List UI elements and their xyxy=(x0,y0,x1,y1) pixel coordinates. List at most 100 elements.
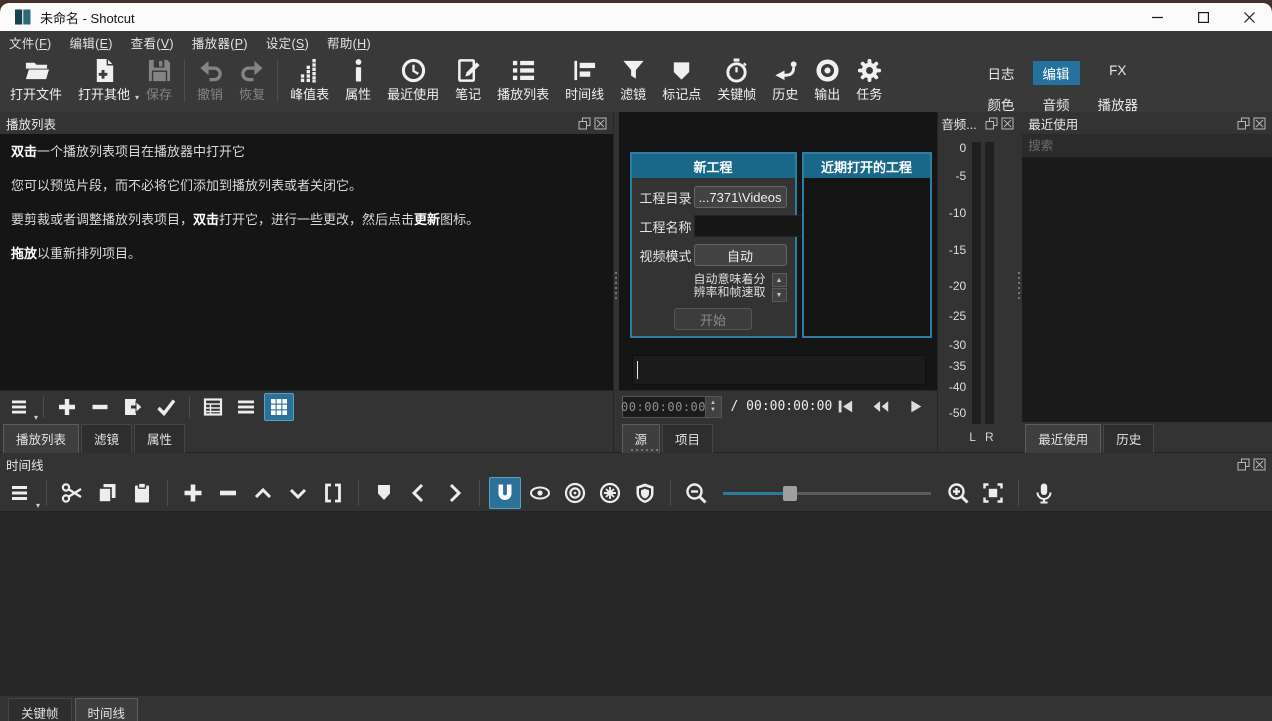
time-spinner[interactable]: ▲▼ xyxy=(706,396,722,418)
timeline-menu-button[interactable]: ▾ xyxy=(5,477,37,509)
snap-button[interactable] xyxy=(489,477,521,509)
tab-history[interactable]: 历史 xyxy=(1103,424,1154,453)
copy-button[interactable] xyxy=(91,477,123,509)
paste-button[interactable] xyxy=(126,477,158,509)
tab-properties[interactable]: 属性 xyxy=(134,424,185,453)
meter-bar-right xyxy=(985,142,994,424)
timeline-zoom-slider[interactable] xyxy=(723,486,931,501)
append-button[interactable] xyxy=(177,477,209,509)
recent-search-input[interactable] xyxy=(1022,134,1272,158)
ripple-delete-button[interactable] xyxy=(212,477,244,509)
float-panel-icon[interactable] xyxy=(578,117,591,130)
tab-filters[interactable]: 滤镜 xyxy=(81,424,132,453)
open-other-button[interactable]: 打开其他▾ xyxy=(70,57,138,104)
ripple-icon xyxy=(564,482,586,504)
jobs-button[interactable]: 任务 xyxy=(848,57,890,104)
menu-player[interactable]: 播放器(P) xyxy=(183,33,257,52)
playlist-button[interactable]: 播放列表 xyxy=(489,57,557,104)
layout-logging[interactable]: 日志 xyxy=(978,61,1025,85)
close-panel-icon[interactable] xyxy=(1253,117,1266,130)
scrub-while-dragging-button[interactable] xyxy=(524,477,556,509)
menu-edit[interactable]: 编辑(E) xyxy=(60,33,121,52)
float-panel-icon[interactable] xyxy=(1237,458,1250,471)
save-button[interactable]: 保存 xyxy=(138,57,180,104)
video-mode-button[interactable]: 自动 xyxy=(694,244,787,266)
ripple-all-tracks-button[interactable] xyxy=(594,477,626,509)
player-scrub-bar[interactable] xyxy=(632,355,927,385)
redo-button[interactable]: 恢复 xyxy=(231,57,273,104)
prev-marker-button[interactable] xyxy=(403,477,435,509)
record-audio-button[interactable] xyxy=(1028,477,1060,509)
cut-button[interactable] xyxy=(56,477,88,509)
toolbar-separator xyxy=(43,396,44,418)
play-button[interactable] xyxy=(904,397,926,417)
notes-button[interactable]: 笔记 xyxy=(447,57,489,104)
layout-editing[interactable]: 编辑 xyxy=(1033,61,1080,85)
playlist-remove-button[interactable] xyxy=(85,393,115,421)
zoom-fit-button[interactable] xyxy=(977,477,1009,509)
main-toolbar: 打开文件 打开其他▾ 保存 撤销 恢复 峰值表 属性 最近 xyxy=(0,53,1272,112)
tab-keyframes[interactable]: 关键帧 xyxy=(8,698,72,721)
vertical-splitter[interactable] xyxy=(1017,112,1022,452)
close-button[interactable] xyxy=(1226,3,1272,31)
lift-button[interactable] xyxy=(247,477,279,509)
ripple-markers-icon xyxy=(634,482,656,504)
layout-fx[interactable]: FX xyxy=(1088,61,1149,85)
ripple-button[interactable] xyxy=(559,477,591,509)
recent-button[interactable]: 最近使用 xyxy=(379,57,447,104)
recent-files-list[interactable] xyxy=(1022,158,1272,422)
detail-view-button[interactable] xyxy=(198,393,228,421)
marker-button[interactable] xyxy=(368,477,400,509)
tab-recent[interactable]: 最近使用 xyxy=(1025,424,1101,453)
ripple-markers-button[interactable] xyxy=(629,477,661,509)
undo-button[interactable]: 撤销 xyxy=(189,57,231,104)
project-dir-button[interactable]: ...7371\Videos xyxy=(694,186,787,208)
start-button[interactable]: 开始 xyxy=(674,308,752,330)
overwrite-button[interactable] xyxy=(282,477,314,509)
recent-projects-list[interactable] xyxy=(804,178,930,336)
rewind-button[interactable] xyxy=(869,397,891,417)
keyframes-button[interactable]: 关键帧 xyxy=(709,57,764,104)
properties-button[interactable]: 属性 xyxy=(337,57,379,104)
minimize-button[interactable] xyxy=(1134,3,1180,31)
list-view-button[interactable] xyxy=(231,393,261,421)
close-panel-icon[interactable] xyxy=(1253,458,1266,471)
float-panel-icon[interactable] xyxy=(985,117,998,130)
close-panel-icon[interactable] xyxy=(594,117,607,130)
next-marker-button[interactable] xyxy=(438,477,470,509)
float-panel-icon[interactable] xyxy=(1237,117,1250,130)
menu-help[interactable]: 帮助(H) xyxy=(318,33,380,52)
export-button[interactable]: 输出 xyxy=(806,57,848,104)
playlist-open-button[interactable] xyxy=(118,393,148,421)
markers-button[interactable]: 标记点 xyxy=(654,57,709,104)
timeline-button[interactable]: 时间线 xyxy=(557,57,612,104)
grid-view-button[interactable] xyxy=(264,393,294,421)
menu-settings[interactable]: 设定(S) xyxy=(257,33,318,52)
snap-icon xyxy=(494,482,516,504)
zoom-slider-handle[interactable] xyxy=(783,486,797,501)
split-button[interactable] xyxy=(317,477,349,509)
spin-up-icon[interactable]: ▲ xyxy=(710,400,716,407)
playlist-update-button[interactable] xyxy=(151,393,181,421)
peak-meter-button[interactable]: 峰值表 xyxy=(282,57,337,104)
tab-timeline[interactable]: 时间线 xyxy=(75,698,139,721)
playlist-add-button[interactable] xyxy=(52,393,82,421)
spin-up-icon[interactable]: ▲ xyxy=(772,273,787,287)
zoom-in-button[interactable] xyxy=(942,477,974,509)
tab-project[interactable]: 项目 xyxy=(662,424,713,453)
skip-start-button[interactable] xyxy=(834,397,856,417)
open-file-button[interactable]: 打开文件 xyxy=(2,57,70,104)
zoom-out-button[interactable] xyxy=(680,477,712,509)
history-button[interactable]: 历史 xyxy=(764,57,806,104)
spin-down-icon[interactable]: ▼ xyxy=(772,288,787,302)
menu-view[interactable]: 查看(V) xyxy=(122,33,183,52)
playlist-menu-button[interactable]: ▾ xyxy=(5,393,35,421)
spin-down-icon[interactable]: ▼ xyxy=(710,407,716,414)
menu-file[interactable]: 文件(F) xyxy=(0,33,60,52)
current-time-field[interactable]: 00:00:00:00 xyxy=(622,396,706,418)
maximize-button[interactable] xyxy=(1180,3,1226,31)
tab-playlist[interactable]: 播放列表 xyxy=(3,424,79,453)
close-panel-icon[interactable] xyxy=(1001,117,1014,130)
filters-button[interactable]: 滤镜 xyxy=(612,57,654,104)
timeline-tracks-area[interactable] xyxy=(0,511,1272,695)
